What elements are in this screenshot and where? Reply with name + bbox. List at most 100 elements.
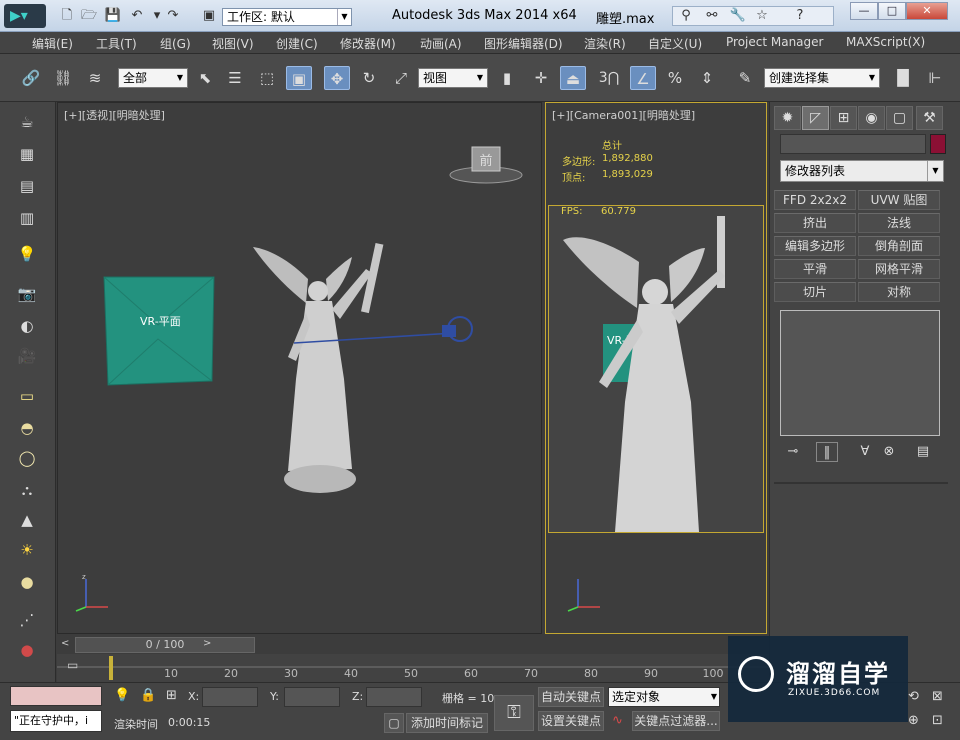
modifier-button[interactable]: 平滑 [774, 259, 856, 279]
x-coordinate-field[interactable] [202, 687, 258, 707]
auto-key-button[interactable]: 自动关键点 [538, 687, 604, 707]
scene-explorer-icon[interactable]: ▤ [14, 174, 40, 198]
modifier-button[interactable]: 切片 [774, 282, 856, 302]
camera-icon[interactable]: 📷 [14, 282, 40, 306]
binoculars-icon[interactable]: ⚯ [703, 7, 721, 25]
field-of-view-icon[interactable]: ⊕ [908, 713, 919, 728]
remove-modifier-icon[interactable]: ⊗ [878, 442, 900, 462]
teapot-icon[interactable]: ☕ [14, 110, 40, 134]
snaps-toggle-icon[interactable]: 3⋂ [596, 66, 622, 90]
menu-project-manager[interactable]: Project Manager [726, 35, 823, 49]
save-icon[interactable]: 💾 [104, 7, 122, 25]
make-unique-icon[interactable]: ∀ [854, 442, 876, 462]
camera-gizmo[interactable] [294, 301, 484, 351]
tab-modify[interactable]: ◸ [802, 106, 829, 130]
menu-create[interactable]: 创建(C) [276, 35, 318, 52]
set-key-button[interactable]: 设置关键点 [538, 711, 604, 731]
material-sphere-icon[interactable]: ● [14, 638, 40, 662]
viewport-label[interactable]: [+][Camera001][明暗处理] [552, 107, 695, 123]
help-icon[interactable]: ? [791, 7, 809, 25]
undo-icon[interactable]: ↶ [128, 7, 146, 25]
dome-icon[interactable]: ◓ [14, 416, 40, 440]
time-slider-thumb[interactable]: 0 / 100 [75, 637, 255, 653]
menu-modifiers[interactable]: 修改器(M) [340, 35, 396, 52]
z-coordinate-field[interactable] [366, 687, 422, 707]
star-icon[interactable]: ☆ [753, 7, 771, 25]
edit-named-selection-icon[interactable]: ✎ [732, 66, 758, 90]
menu-views[interactable]: 视图(V) [212, 35, 254, 52]
slider-right-arrow-icon[interactable]: > [203, 638, 211, 649]
y-coordinate-field[interactable] [284, 687, 340, 707]
zoom-all-icon[interactable]: ⊠ [932, 689, 943, 704]
time-tag-icon[interactable]: ▢ [384, 713, 404, 733]
open-file-icon[interactable]: 🗁 [80, 7, 98, 25]
modifier-list-dropdown[interactable]: 修改器列表 ▼ [780, 160, 944, 182]
menu-rendering[interactable]: 渲染(R) [584, 35, 626, 52]
add-time-tag-button[interactable]: 添加时间标记 [406, 713, 488, 733]
close-button[interactable]: ✕ [906, 2, 948, 20]
modifier-button[interactable]: 对称 [858, 282, 940, 302]
menu-animation[interactable]: 动画(A) [420, 35, 462, 52]
select-by-name-icon[interactable]: ☰ [222, 66, 248, 90]
menu-customize[interactable]: 自定义(U) [648, 35, 702, 52]
render-frame-icon[interactable]: ▦ [14, 142, 40, 166]
spinner-snap-icon[interactable]: ⇕ [694, 66, 720, 90]
bind-space-warp-icon[interactable]: ≋ [82, 66, 108, 90]
absolute-mode-icon[interactable]: ⊞ [166, 688, 177, 703]
video-camera-icon[interactable]: 🎥 [14, 344, 40, 368]
wrench-icon[interactable]: 🔧 [729, 7, 747, 25]
window-crossing-icon[interactable]: ▣ [286, 66, 312, 90]
tab-hierarchy[interactable]: ⊞ [830, 106, 857, 130]
align-icon[interactable]: ⊩ [922, 66, 948, 90]
layer-manager-icon[interactable]: ▥ [14, 206, 40, 230]
menu-maxscript[interactable]: MAXScript(X) [846, 35, 925, 49]
key-mode-dropdown[interactable]: 选定对象 ▼ [608, 687, 720, 707]
lock-selection-icon[interactable]: 🔒 [140, 688, 156, 703]
percent-snap-icon[interactable]: % [662, 66, 688, 90]
redo-icon[interactable]: ↷ [164, 7, 182, 25]
link-icon[interactable]: 🔗 [18, 66, 44, 90]
modifier-button[interactable]: 网格平滑 [858, 259, 940, 279]
scale-icon[interactable]: ⤢ [388, 66, 414, 90]
zoom-extents-icon[interactable]: ⟲ [908, 689, 919, 704]
mirror-icon[interactable]: ▐▌ [890, 66, 916, 90]
configure-sets-icon[interactable]: ▤ [912, 442, 934, 462]
show-end-result-icon[interactable]: ‖ [816, 442, 838, 462]
selection-filter-dropdown[interactable]: 全部 ▼ [118, 68, 188, 88]
move-icon[interactable]: ✥ [324, 66, 350, 90]
sun-icon[interactable]: ☀ [14, 538, 40, 562]
pivot-center-icon[interactable]: ▮ [494, 66, 520, 90]
project-folder-icon[interactable]: ▣ [200, 7, 218, 25]
menu-tools[interactable]: 工具(T) [96, 35, 137, 52]
keyboard-shortcut-override-icon[interactable]: ⏏ [560, 66, 586, 90]
modifier-button[interactable]: FFD 2x2x2 [774, 190, 856, 210]
modifier-stack-view[interactable] [780, 310, 940, 436]
menu-graph-editors[interactable]: 图形编辑器(D) [484, 35, 563, 52]
pin-stack-icon[interactable]: ⊸ [782, 442, 804, 462]
mini-curve-editor-icon[interactable]: ▭ [67, 658, 78, 672]
workspace-dropdown[interactable]: 工作区: 默认 ▼ [222, 8, 352, 26]
rotate-icon[interactable]: ↻ [356, 66, 382, 90]
menu-group[interactable]: 组(G) [160, 35, 191, 52]
isolate-selection-icon[interactable]: 💡 [114, 688, 130, 703]
cone-icon[interactable]: ▲ [14, 508, 40, 532]
tab-utilities[interactable]: ⚒ [916, 106, 943, 130]
reference-coordinate-dropdown[interactable]: 视图 ▼ [418, 68, 488, 88]
modifier-button[interactable]: 倒角剖面 [858, 236, 940, 256]
camera-viewport[interactable]: [+][Camera001][明暗处理] 总计 多边形: 1,892,880 顶… [545, 102, 767, 634]
viewcube-icon[interactable]: 前 [446, 139, 526, 187]
search-icon[interactable]: ⚲ [677, 7, 695, 25]
plane-icon[interactable]: ▭ [14, 384, 40, 408]
modifier-button[interactable]: 挤出 [774, 213, 856, 233]
maximize-viewport-icon[interactable]: ⊡ [932, 713, 943, 728]
new-file-icon[interactable]: 🗋 [58, 7, 76, 25]
named-selection-dropdown[interactable]: 创建选择集 ▼ [764, 68, 880, 88]
angle-snap-icon[interactable]: ∠ [630, 66, 656, 90]
maxscript-listener[interactable] [10, 686, 102, 706]
sphere-half-icon[interactable]: ◐ [14, 314, 40, 338]
minimize-button[interactable]: — [850, 2, 878, 20]
current-frame-marker[interactable] [109, 656, 113, 680]
key-filters-button[interactable]: 关键点过滤器... [632, 711, 720, 731]
sphere-icon[interactable]: ● [14, 570, 40, 594]
object-color-swatch[interactable] [930, 134, 946, 154]
